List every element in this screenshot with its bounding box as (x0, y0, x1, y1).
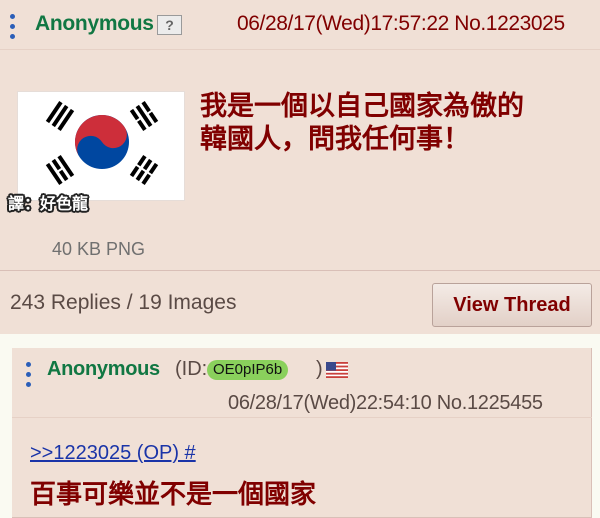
replies-area: Anonymous (ID: OE0pIP6b ) 06/28/17(Wed)2… (0, 334, 600, 518)
reply-body: >>1223025 (OP) # 百事可樂並不是一個國家 (12, 418, 592, 518)
op-post: Anonymous ? 06/28/17(Wed)17:57:22 No.122… (0, 0, 600, 334)
op-comment-line: 韓國人，問我任何事！ (200, 124, 470, 154)
reply-image-count: 243 Replies / 19 Images (10, 291, 237, 314)
op-comment-line: 我是一個以自己國家為傲的 (200, 91, 524, 121)
post-image-thumbnail[interactable] (17, 91, 185, 201)
korean-flag-image (18, 92, 184, 200)
poster-id-label: (ID: (175, 358, 208, 380)
file-info: 40 KB PNG (52, 239, 146, 259)
translator-credit-watermark: 譯：好色龍 (8, 196, 89, 213)
poster-id-badge[interactable]: OE0pIP6b (207, 360, 289, 380)
post-menu-icon[interactable] (26, 362, 32, 388)
op-post-header: Anonymous ? 06/28/17(Wed)17:57:22 No.122… (0, 0, 600, 50)
reply-post: Anonymous (ID: OE0pIP6b ) 06/28/17(Wed)2… (12, 348, 592, 518)
us-flag-icon (326, 362, 348, 378)
help-icon[interactable]: ? (157, 15, 182, 35)
reply-comment: 百事可樂並不是一個國家 (30, 479, 317, 509)
post-datetime-number[interactable]: 06/28/17(Wed)22:54:10 No.1225455 (228, 392, 543, 415)
poster-name: Anonymous (35, 12, 154, 35)
post-datetime-number[interactable]: 06/28/17(Wed)17:57:22 No.1223025 (237, 12, 565, 36)
quote-link[interactable]: >>1223025 (OP) # (30, 442, 196, 465)
poster-id-close: ) (316, 358, 323, 380)
post-menu-icon[interactable] (10, 14, 16, 40)
poster-name: Anonymous (47, 358, 160, 380)
op-comment: 我是一個以自己國家為傲的 韓國人，問我任何事！ (200, 90, 590, 156)
reply-post-header: Anonymous (ID: OE0pIP6b ) 06/28/17(Wed)2… (12, 348, 592, 418)
view-thread-button[interactable]: View Thread (432, 283, 592, 327)
op-post-footer: 243 Replies / 19 Images View Thread (0, 270, 600, 334)
